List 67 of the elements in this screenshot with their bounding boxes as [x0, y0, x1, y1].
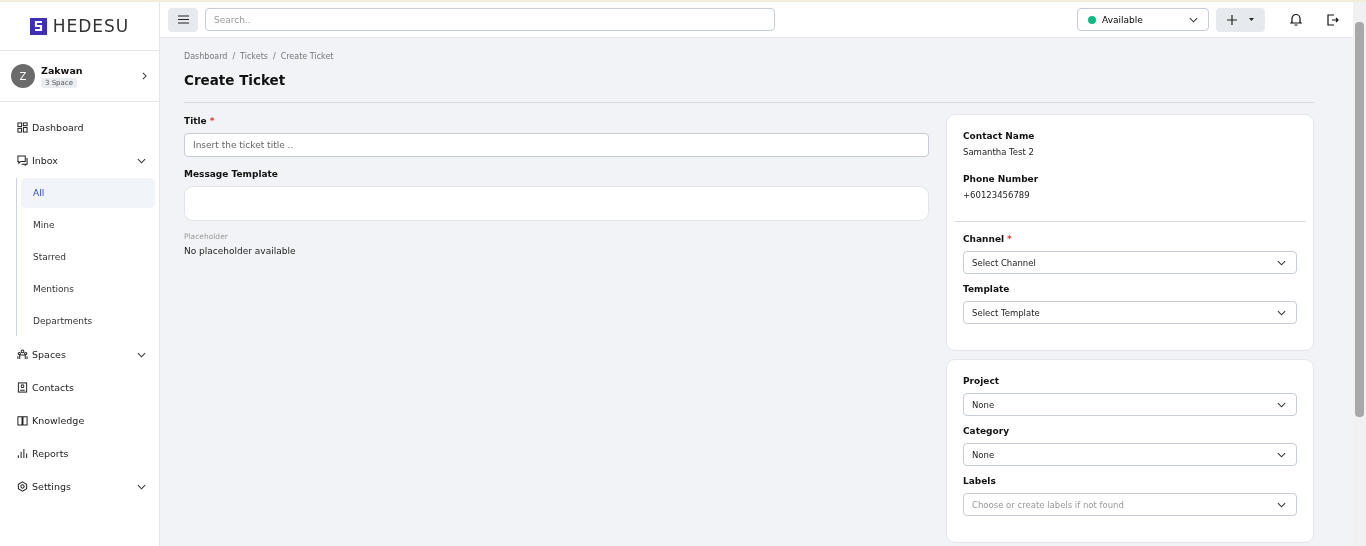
nav-item[interactable]: Inbox [0, 144, 159, 177]
chevron-down-icon [137, 483, 146, 490]
chevron-right-icon [142, 72, 147, 80]
submenu-item[interactable]: Departments [21, 306, 155, 336]
menu-icon [177, 15, 189, 24]
chevron-down-icon [1277, 401, 1286, 408]
field-label: Contact Name [963, 131, 1036, 141]
page-title: Create Ticket [184, 72, 287, 88]
field-label: Project [963, 376, 1001, 386]
menu-button[interactable] [168, 7, 198, 32]
field-label: Template [963, 284, 1011, 294]
breadcrumb-link[interactable]: Tickets [240, 52, 268, 61]
field-label: Channel * [963, 234, 1013, 244]
logout-icon[interactable] [1327, 13, 1339, 26]
chat-icon [17, 155, 28, 166]
book-icon [17, 415, 28, 426]
caret-down-icon [1248, 18, 1254, 21]
bar-chart-icon [17, 448, 28, 459]
field-value: +60123456789 [963, 190, 1031, 200]
select-field[interactable]: Select Template [963, 301, 1297, 324]
message-template-field[interactable] [184, 186, 929, 221]
nav-item[interactable]: Dashboard [0, 111, 159, 144]
submenu-item[interactable]: Mentions [21, 274, 155, 304]
plus-icon [1227, 14, 1238, 25]
gear-icon [17, 481, 28, 492]
field-label: Title * [184, 116, 216, 126]
select-field[interactable]: None [963, 443, 1297, 466]
submenu-item[interactable]: Mine [21, 210, 155, 240]
breadcrumb-separator: / [232, 52, 236, 61]
field-value: Samantha Test 2 [963, 147, 1035, 157]
field-label: Category [963, 426, 1010, 436]
people-icon [17, 349, 28, 360]
nav-item[interactable]: Settings [0, 470, 159, 503]
avatar: Z [11, 64, 35, 88]
select-field[interactable]: None [963, 393, 1297, 416]
breadcrumb-link[interactable]: Dashboard [184, 52, 228, 61]
contact-card-icon [17, 382, 28, 393]
user-name: Zakwan [41, 64, 83, 76]
field-label: Message Template [184, 169, 279, 179]
nav-item[interactable]: Knowledge [0, 404, 159, 437]
placeholder-value: No placeholder available [184, 246, 297, 256]
chevron-down-icon [137, 351, 146, 358]
chevron-down-icon [137, 157, 146, 164]
select-field[interactable]: Select Channel [963, 251, 1297, 274]
bell-icon[interactable] [1290, 13, 1302, 26]
field-label: Labels [963, 476, 997, 486]
breadcrumb-link[interactable]: Create Ticket [280, 52, 334, 61]
chevron-down-icon [1189, 16, 1198, 23]
logo-icon [29, 17, 47, 35]
logo-text: HEDESU [52, 16, 130, 36]
chevron-down-icon [1277, 309, 1286, 316]
submenu-item[interactable]: Starred [21, 242, 155, 272]
nav-item[interactable]: Spaces [0, 338, 159, 371]
search-field[interactable]: Search.. [205, 8, 775, 31]
scrollbar[interactable] [1353, 2, 1366, 546]
chevron-down-icon [1277, 259, 1286, 266]
title-input[interactable]: Insert the ticket title .. [184, 133, 929, 157]
chevron-down-icon [1277, 451, 1286, 458]
chevron-down-icon [1277, 501, 1286, 508]
grid-icon [17, 122, 28, 133]
field-label: Phone Number [963, 174, 1040, 184]
submenu-item[interactable]: All [21, 178, 155, 208]
nav-item[interactable]: Contacts [0, 371, 159, 404]
add-button-group[interactable] [1216, 7, 1265, 32]
breadcrumb-separator: / [272, 52, 276, 61]
status-select[interactable]: Available [1077, 8, 1209, 31]
nav-item[interactable]: Reports [0, 437, 159, 470]
